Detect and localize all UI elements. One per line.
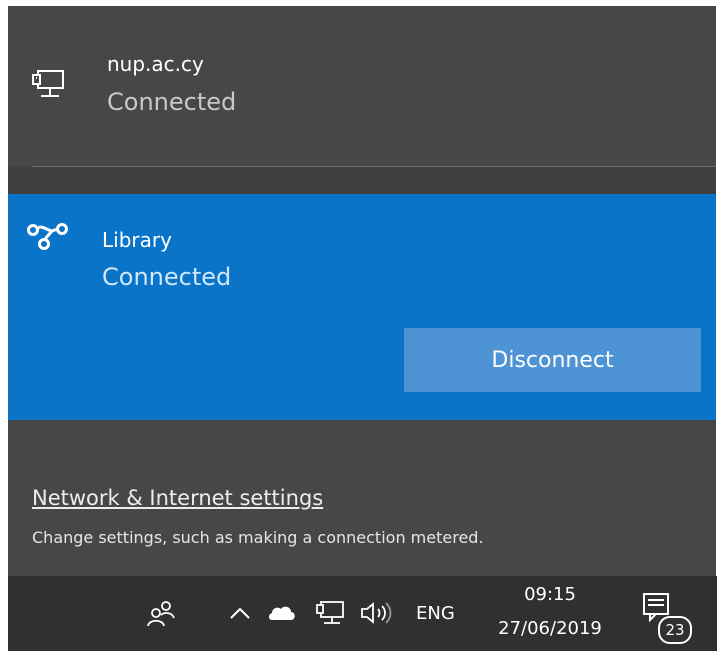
network-settings-link[interactable]: Network & Internet settings xyxy=(32,486,323,510)
network-settings-description: Change settings, such as making a connec… xyxy=(32,528,484,547)
network-item-vpn[interactable]: Library Connected Disconnect xyxy=(8,194,716,420)
clock-date[interactable]: 27/06/2019 xyxy=(490,618,610,639)
network-flyout: nup.ac.cy Connected Library Connected Di… xyxy=(8,6,716,576)
chevron-up-icon[interactable] xyxy=(226,598,254,628)
ethernet-icon xyxy=(30,68,66,104)
network-status: Connected xyxy=(107,88,237,116)
notification-center-icon[interactable]: 23 xyxy=(640,590,692,644)
cloud-icon[interactable] xyxy=(266,600,298,626)
language-indicator[interactable]: ENG xyxy=(416,598,455,628)
taskbar: ENG 09:15 27/06/2019 23 xyxy=(8,576,717,651)
vpn-name: Library xyxy=(102,228,172,252)
clock-time[interactable]: 09:15 xyxy=(510,584,590,605)
vpn-icon xyxy=(26,221,70,251)
network-item-ethernet[interactable]: nup.ac.cy Connected xyxy=(8,6,716,166)
people-icon[interactable] xyxy=(144,596,178,630)
network-name: nup.ac.cy xyxy=(107,52,204,76)
divider-gap xyxy=(8,167,716,194)
volume-icon[interactable] xyxy=(356,596,402,630)
vpn-status: Connected xyxy=(102,263,232,291)
disconnect-button[interactable]: Disconnect xyxy=(404,328,701,392)
notification-count-badge: 23 xyxy=(658,616,692,644)
network-tray-icon[interactable] xyxy=(312,596,348,630)
